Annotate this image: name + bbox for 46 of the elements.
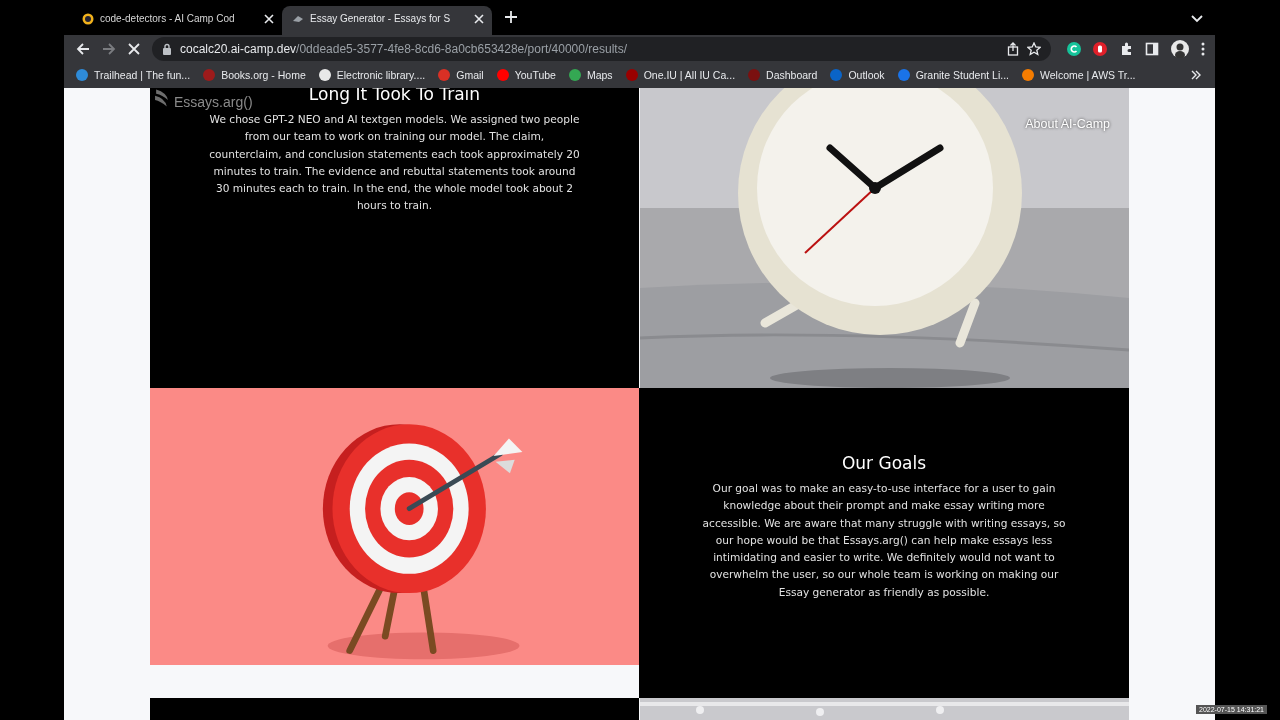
puzzle-icon[interactable] xyxy=(1119,41,1133,56)
browser-tab[interactable]: code-detectors - AI Camp Cod xyxy=(72,6,282,35)
bookmark[interactable]: Trailhead | The fun... xyxy=(76,69,191,81)
bookmark[interactable]: One.IU | All IU Ca... xyxy=(625,69,736,81)
bookmark-icon xyxy=(438,69,451,81)
stop-icon[interactable] xyxy=(128,42,140,55)
new-tab-icon[interactable] xyxy=(504,10,518,24)
bookmark[interactable]: YouTube xyxy=(496,69,556,81)
more-bookmarks-icon[interactable] xyxy=(1191,70,1201,80)
lock-icon xyxy=(162,42,172,55)
side-panel-icon[interactable] xyxy=(1145,41,1159,56)
bookmark[interactable]: Outlook xyxy=(830,69,885,81)
bookmark[interactable]: Gmail xyxy=(438,69,484,81)
bookmark[interactable]: Maps xyxy=(568,69,613,81)
grammar-extension-icon[interactable] xyxy=(1067,41,1081,56)
browser-tab[interactable]: Essay Generator - Essays for S xyxy=(282,6,492,35)
chevron-down-icon[interactable] xyxy=(1191,15,1203,23)
section-heading: Our Goals xyxy=(841,452,927,474)
more-icon[interactable] xyxy=(1201,41,1205,56)
close-icon[interactable] xyxy=(264,13,274,24)
bookmark-icon xyxy=(1022,69,1034,81)
bookmark-icon xyxy=(496,69,509,81)
bookmark-icon xyxy=(897,69,910,81)
section-paragraph: Our goal was to make an easy-to-use interface for a user to gain knowledge about their prompt and make essay writing more accessible. We are aware that many struggle with writing essays, so our hope would be that Essays.arg() can help make essays less intimidating and easier to write. We definitely would not want to overwhelm the user, so our whole team is working on making our Essay generator as friendly as possible. xyxy=(701,481,1067,600)
bookmark-icon xyxy=(76,69,88,81)
bookmark-icon xyxy=(203,69,216,81)
share-icon[interactable] xyxy=(1007,41,1019,56)
close-icon[interactable] xyxy=(474,13,484,24)
avatar-icon[interactable] xyxy=(1171,39,1189,58)
bookmark-icon xyxy=(830,69,843,81)
bookmark[interactable]: Welcome | AWS Tr... xyxy=(1022,69,1136,81)
section-heading: Long It Took To Train xyxy=(308,88,481,105)
bookmark-icon xyxy=(318,69,331,81)
favicon-icon xyxy=(82,12,94,25)
star-icon[interactable] xyxy=(1027,41,1041,56)
logo-text[interactable]: Essays.arg() xyxy=(174,94,253,110)
bookmark[interactable]: Granite Student Li... xyxy=(897,69,1009,81)
bookmark-icon xyxy=(748,69,761,81)
bookmark-icon xyxy=(568,69,581,81)
bookmark[interactable]: Electronic library.... xyxy=(318,69,426,81)
bookmark-icon xyxy=(625,69,638,81)
address-bar[interactable]: cocalc20.ai-camp.dev/0ddeade5-3577-4fe8-8cd6-8a0cb653428e/port/40000/results/ xyxy=(152,36,1051,61)
bookmark[interactable]: Dashboard xyxy=(748,69,818,81)
bookmark[interactable]: Books.org - Home xyxy=(203,69,306,81)
back-icon[interactable] xyxy=(76,41,90,56)
section-paragraph: We chose GPT-2 NEO and AI textgen models. We assigned two people from our team to work on training our model. The claim, counterclaim, and conclusion statements each took approximately 20 minutes to train. The evidence and rebuttal statements took around 30 minutes each to train. In the end, the whole model took about 2 hours to train. xyxy=(208,112,581,214)
